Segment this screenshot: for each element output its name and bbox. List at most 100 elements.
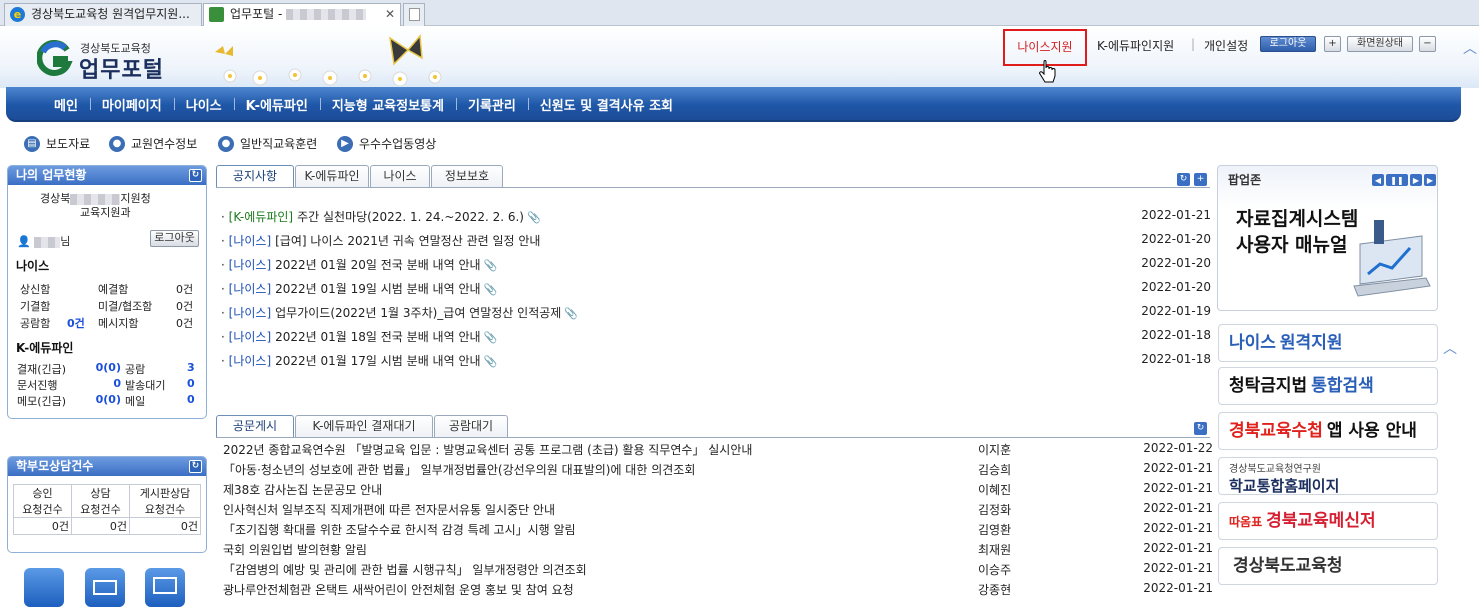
banner-0[interactable]: 나이스 원격지원	[1218, 324, 1438, 362]
more-plus-icon[interactable]: +	[1194, 173, 1207, 186]
neis-label[interactable]: 기결함	[20, 298, 50, 314]
zoom-out-button[interactable]: −	[1419, 36, 1436, 52]
kedu-label[interactable]: 메모(긴급)	[17, 393, 66, 409]
notice-item[interactable]: · [나이스] 업무가이드(2022년 1월 3주차)_급여 연말정산 인적공제 📎…	[221, 304, 1211, 320]
neis-count[interactable]: 0건	[176, 298, 193, 314]
refresh-icon[interactable]: ↻	[189, 460, 202, 473]
kedu-count[interactable]: 3	[187, 361, 195, 374]
refresh-icon[interactable]: ↻	[1194, 422, 1207, 435]
banner-3[interactable]: 경상북도교육청연구원 학교통합홈페이지	[1218, 457, 1438, 495]
chevron-up-icon[interactable]: ︿	[1443, 338, 1457, 358]
consult-value[interactable]: 0건	[71, 517, 131, 535]
kedu-label[interactable]: 결재(긴급)	[17, 361, 66, 377]
notice-item[interactable]: · [나이스] 2022년 01월 17일 시범 분배 내역 안내 📎 2022-01…	[221, 352, 1211, 368]
kedu-count[interactable]: 0(0)	[95, 393, 121, 406]
kedu-count[interactable]: 0(0)	[95, 361, 121, 374]
popup-banner-text[interactable]: 자료집계시스템 사용자 매뉴얼	[1236, 206, 1358, 258]
browser-tab-portal[interactable]: 업무포털 - ✕	[203, 3, 401, 26]
neis-count[interactable]: 0건	[176, 315, 193, 331]
settings-link[interactable]: 개인설정	[1204, 37, 1248, 54]
neis-label[interactable]: 공람함	[20, 315, 50, 331]
neis-label[interactable]: 미결/협조함	[98, 298, 152, 314]
tab-notice-2[interactable]: 나이스	[370, 165, 430, 187]
reset-screen-button[interactable]: 화면원상태	[1347, 36, 1413, 52]
panel-logout-button[interactable]: 로그아웃	[150, 230, 199, 247]
kedu-label[interactable]: 메일	[125, 393, 145, 409]
logout-button[interactable]: 로그아웃	[1260, 36, 1316, 52]
doc-row[interactable]: 광나루안전체험관 온택트 새싹어린이 안전체험 운영 홍보 및 참여 요청 강종현…	[223, 581, 1213, 597]
notice-title: 2022년 01월 20일 전국 분배 내역 안내	[275, 258, 481, 272]
tab-docs-0[interactable]: 공문게시	[216, 415, 294, 437]
teacher-training-link[interactable]: ● 교원연수정보	[109, 135, 197, 152]
close-tab-icon[interactable]: ✕	[385, 4, 395, 25]
consult-value[interactable]: 0건	[129, 517, 201, 535]
gyeongbuk-logo-icon[interactable]	[37, 40, 73, 76]
banner-4[interactable]: 따옴표 경북교육메신저	[1218, 502, 1438, 540]
kedu-support-link[interactable]: K-에듀파인지원	[1097, 37, 1174, 54]
prev-icon[interactable]: ◀	[1372, 174, 1384, 186]
kedu-count[interactable]: 0	[187, 393, 195, 406]
banner-5[interactable]: 경상북도교육청	[1218, 547, 1438, 585]
monitor-icon[interactable]	[145, 568, 185, 607]
doc-row[interactable]: 「조기집행 확대를 위한 조달수수료 한시적 감경 특례 고시」시행 알림 김영환…	[223, 521, 1213, 537]
doc-row[interactable]: 「감염병의 예방 및 관리에 관한 법률 시행규칙」 일부개정령안 의견조회 이승…	[223, 561, 1213, 577]
doc-date: 2022-01-21	[1143, 561, 1213, 575]
kedu-count[interactable]: 0	[187, 377, 195, 390]
logo-title[interactable]: 업무포털	[79, 52, 164, 84]
nav-item[interactable]: 기록관리	[455, 95, 528, 114]
notice-category: [나이스]	[228, 330, 272, 344]
doc-date: 2022-01-21	[1143, 461, 1213, 475]
tab-notice-3[interactable]: 정보보호	[431, 165, 503, 187]
nav-item[interactable]: 마이페이지	[89, 95, 174, 114]
kedu-label[interactable]: 문서진행	[17, 377, 57, 393]
refresh-icon[interactable]: ↻	[189, 169, 202, 182]
tab-docs-2[interactable]: 공람대기	[434, 415, 508, 437]
notice-item[interactable]: · [나이스] [급여] 나이스 2021년 귀속 연말정산 관련 일정 안내 20…	[221, 232, 1211, 248]
notice-title: 2022년 01월 18일 전국 분배 내역 안내	[275, 330, 481, 344]
tab-notice-0[interactable]: 공지사항	[216, 165, 294, 187]
mail-icon[interactable]	[85, 568, 125, 607]
doc-row[interactable]: 국회 의원입법 발의현황 알림 최재원 2022-01-21	[223, 541, 1213, 557]
kedu-count[interactable]: 0	[95, 377, 121, 390]
notice-item[interactable]: · [나이스] 2022년 01월 20일 전국 분배 내역 안내 📎 2022-01…	[221, 256, 1211, 272]
document-write-icon[interactable]	[24, 568, 64, 607]
notice-item[interactable]: · [나이스] 2022년 01월 19일 시범 분배 내역 안내 📎 2022-01…	[221, 280, 1211, 296]
consult-value[interactable]: 0건	[12, 517, 73, 535]
press-release-link[interactable]: ▤ 보도자료	[24, 135, 90, 152]
banner-1[interactable]: 청탁금지법 통합검색	[1218, 367, 1438, 405]
nav-item[interactable]: 지능형 교육정보통계	[319, 95, 456, 114]
neis-label[interactable]: 메시지함	[98, 315, 138, 331]
class-video-link[interactable]: ▶ 우수수업동영상	[337, 135, 436, 152]
chevron-up-icon[interactable]: ︿	[1463, 38, 1477, 58]
zoom-in-button[interactable]: +	[1324, 36, 1341, 52]
neis-label[interactable]: 예결함	[98, 281, 128, 297]
pause-icon[interactable]: ❚❚	[1386, 174, 1408, 186]
nav-item[interactable]: 메인	[42, 95, 90, 114]
nav-item[interactable]: 나이스	[173, 95, 234, 114]
refresh-icon[interactable]: ↻	[1177, 173, 1190, 186]
person-icon: ●	[109, 136, 125, 152]
nav-item[interactable]: 신원도 및 결격사유 조회	[527, 95, 685, 114]
notice-item[interactable]: · [나이스] 2022년 01월 18일 전국 분배 내역 안내 📎 2022-01…	[221, 328, 1211, 344]
kedu-label[interactable]: 공람	[125, 361, 145, 377]
neis-count[interactable]: 0건	[176, 281, 193, 297]
banner-text-a: 나이스	[1229, 333, 1276, 353]
neis-label[interactable]: 상신함	[20, 281, 50, 297]
tab-notice-1[interactable]: K-에듀파인	[295, 165, 369, 187]
new-tab-button[interactable]	[403, 3, 425, 26]
browser-tab-remote-support[interactable]: e 경상북도교육청 원격업무지원...	[4, 3, 202, 26]
last-icon[interactable]: ▶	[1424, 174, 1436, 186]
doc-row[interactable]: 2022년 종합교육연수원 「발명교육 입문 : 발명교육센터 공통 프로그램 …	[223, 441, 1213, 457]
next-icon[interactable]: ▶	[1410, 174, 1422, 186]
general-training-link[interactable]: ● 일반직교육훈련	[218, 135, 317, 152]
doc-row[interactable]: 인사혁신처 일부조직 직제개편에 따른 전자문서유통 일시중단 안내 김정화 202…	[223, 501, 1213, 517]
doc-row[interactable]: 「아동·청소년의 성보호에 관한 법률」 일부개정법률안(강선우의원 대표발의)…	[223, 461, 1213, 477]
consult-header: 승인 요청건수	[12, 484, 73, 518]
doc-row[interactable]: 제38호 감사논집 논문공모 안내 이혜진 2022-01-21	[223, 481, 1213, 497]
notice-item[interactable]: · [K-에듀파인] 주간 실천마당(2022. 1. 24.~2022. 2. …	[221, 208, 1211, 224]
neis-count[interactable]: 0건	[67, 315, 85, 331]
banner-2[interactable]: 경북교육수첩 앱 사용 안내	[1218, 412, 1438, 450]
tab-docs-1[interactable]: K-에듀파인 결재대기	[295, 415, 433, 437]
kedu-label[interactable]: 발송대기	[125, 377, 165, 393]
nav-item[interactable]: K-에듀파인	[233, 95, 320, 114]
